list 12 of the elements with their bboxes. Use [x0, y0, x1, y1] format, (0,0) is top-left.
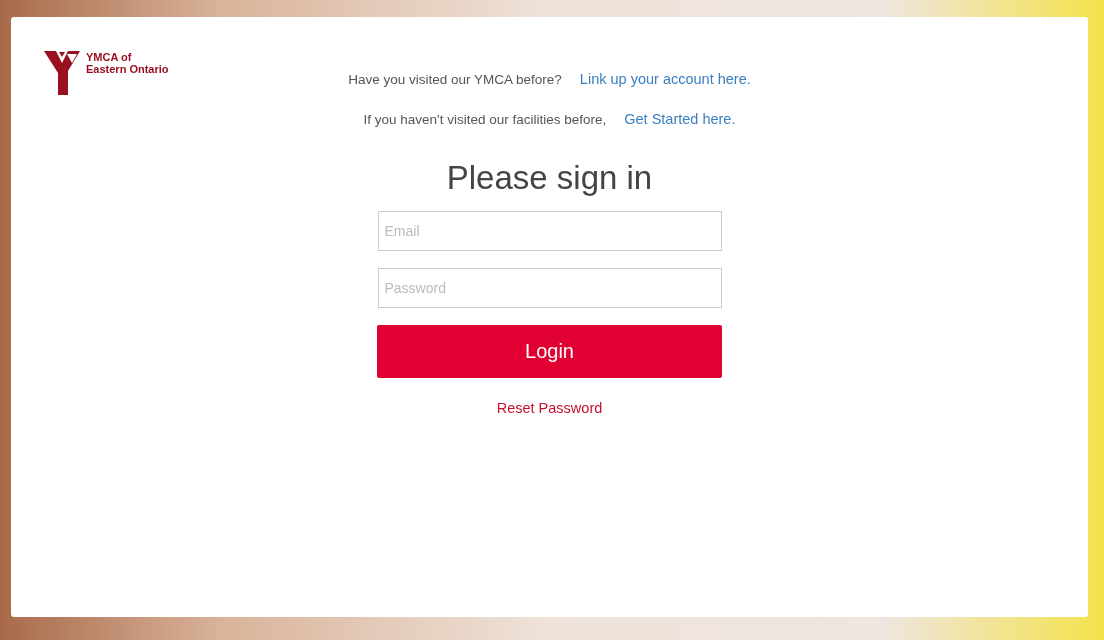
- prompt-text: Have you visited our YMCA before?: [348, 71, 562, 87]
- prompt-link[interactable]: Get Started here.: [624, 111, 736, 127]
- logo-text: YMCA of: [86, 51, 133, 63]
- heading: Please sign in: [446, 159, 653, 197]
- input-field[interactable]: Email: [377, 211, 722, 251]
- prompt-text: If you haven't visited our facilities before,: [363, 111, 607, 127]
- logo-icon: [44, 51, 80, 95]
- reset-password-link[interactable]: Reset Password: [496, 400, 603, 416]
- logo-text: Eastern Ontario: [86, 63, 169, 75]
- login-button[interactable]: Login: [377, 325, 722, 378]
- prompt-link[interactable]: Link up your account here.: [579, 71, 751, 87]
- input-field[interactable]: Password: [377, 268, 722, 308]
